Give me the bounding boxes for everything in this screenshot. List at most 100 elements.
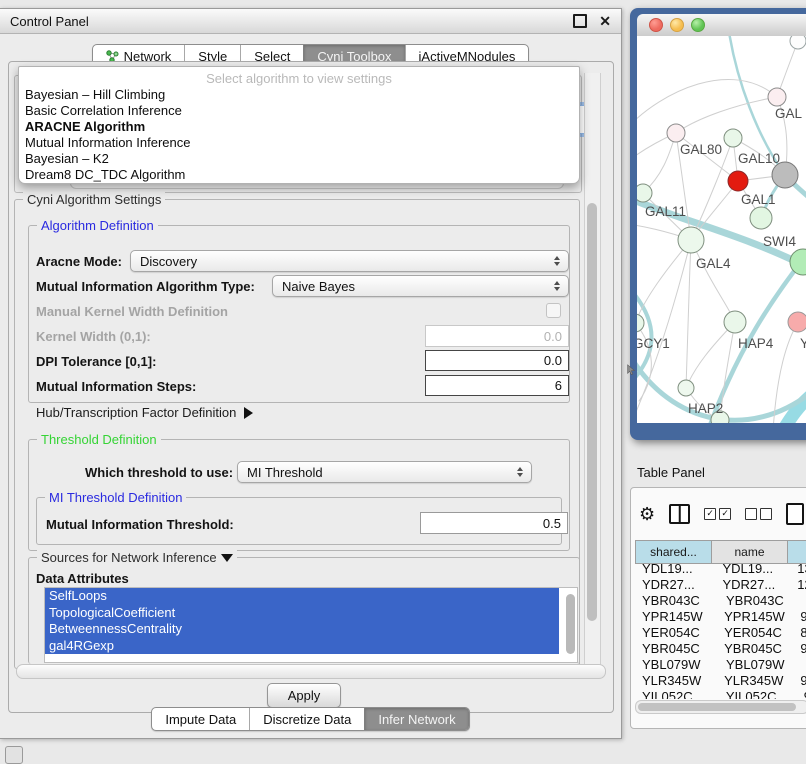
data-attribute-item[interactable]: SelfLoops xyxy=(45,588,559,605)
network-node[interactable] xyxy=(678,380,694,396)
minimized-panel-button[interactable] xyxy=(5,746,23,764)
node-label: Y xyxy=(800,336,806,351)
settings-vertical-scrollbar[interactable] xyxy=(584,73,601,665)
network-edge[interactable] xyxy=(691,240,735,322)
table-horizontal-scrollbar[interactable] xyxy=(635,700,806,714)
tab-infer-network[interactable]: Infer Network xyxy=(364,708,468,730)
mi-type-combobox[interactable]: Naive Bayes xyxy=(272,275,569,297)
network-node[interactable] xyxy=(637,184,652,202)
network-node[interactable] xyxy=(637,314,644,332)
which-threshold-combobox[interactable]: MI Threshold xyxy=(237,461,532,483)
network-node[interactable] xyxy=(724,311,746,333)
table-cell: 8. xyxy=(792,625,806,641)
table-row[interactable]: YBR043CYBR043C xyxy=(635,593,806,609)
table-cell: YDR27... xyxy=(635,577,714,593)
network-node[interactable] xyxy=(790,36,806,49)
sources-legend[interactable]: Sources for Network Inference xyxy=(37,550,237,565)
node-label: HAP2 xyxy=(688,401,723,416)
table-row[interactable]: YLR345WYLR345W9. xyxy=(635,673,806,689)
attribute-table-rows: YDL19...YDL19...13YDR27...YDR27...12YBR0… xyxy=(635,561,806,699)
list-scrollbar-thumb[interactable] xyxy=(566,594,575,654)
network-node[interactable] xyxy=(728,171,748,191)
algorithm-option[interactable]: Dream8 DC_TDC Algorithm xyxy=(19,167,579,183)
table-toolbar: ⚙ ✓✓ xyxy=(639,502,804,526)
node-label: SWI4 xyxy=(763,234,796,249)
dpi-tolerance-label: DPI Tolerance [0,1]: xyxy=(36,354,156,369)
data-attributes-label: Data Attributes xyxy=(36,571,129,586)
mi-steps-field[interactable]: 6 xyxy=(425,375,569,396)
table-cell: YIL052C xyxy=(718,689,796,699)
dpi-tolerance-field[interactable]: 0.0 xyxy=(425,350,569,371)
table-row[interactable]: YBR045CYBR045C9. xyxy=(635,641,806,657)
aracne-mode-value: Discovery xyxy=(140,254,197,269)
tab-impute-data[interactable]: Impute Data xyxy=(152,708,249,730)
algorithm-option[interactable]: Basic Correlation Inference xyxy=(19,103,579,119)
algorithm-option[interactable]: Bayesian – K2 xyxy=(19,151,579,167)
network-node[interactable] xyxy=(788,312,806,332)
network-edge[interactable] xyxy=(686,240,691,388)
table-row[interactable]: YPR145WYPR145W9. xyxy=(635,609,806,625)
select-all-columns-icon[interactable]: ✓✓ xyxy=(704,508,731,520)
mi-threshold-field[interactable]: 0.5 xyxy=(420,512,568,534)
network-edge[interactable] xyxy=(643,133,676,193)
manual-kernel-checkbox[interactable] xyxy=(546,303,561,318)
scrollbar-thumb[interactable] xyxy=(638,703,796,711)
network-node[interactable] xyxy=(678,227,704,253)
close-traffic-light[interactable] xyxy=(649,18,663,32)
kernel-width-field[interactable]: 0.0 xyxy=(425,325,569,347)
data-attribute-item[interactable]: gal4RGexp xyxy=(45,638,559,655)
float-window-icon[interactable] xyxy=(573,14,587,28)
hub-definition-disclosure[interactable]: Hub/Transcription Factor Definition xyxy=(36,405,253,420)
table-row[interactable]: YER054CYER054C8. xyxy=(635,625,806,641)
which-threshold-label: Which threshold to use: xyxy=(85,465,233,480)
data-attribute-item[interactable]: TopologicalCoefficient xyxy=(45,605,559,622)
tab-label: Infer Network xyxy=(378,712,455,727)
control-panel-title: Control Panel xyxy=(10,14,573,29)
network-node[interactable] xyxy=(667,124,685,142)
table-row[interactable]: YIL052CYIL052C9 xyxy=(635,689,806,699)
table-cell: 9. xyxy=(792,609,806,625)
tab-label: Discretize Data xyxy=(263,712,351,727)
mi-threshold-label: Mutual Information Threshold: xyxy=(46,517,234,532)
algorithm-dropdown-popup: Select algorithm to view settings Bayesi… xyxy=(18,66,580,184)
zoom-traffic-light[interactable] xyxy=(691,18,705,32)
table-row[interactable]: YDL19...YDL19...13 xyxy=(635,561,806,577)
stepper-arrows-icon xyxy=(554,256,560,266)
table-cell: YLR345W xyxy=(635,673,716,689)
sources-legend-text: Sources for Network Inference xyxy=(41,550,217,565)
apply-button[interactable]: Apply xyxy=(267,683,341,708)
scrollbar-thumb[interactable] xyxy=(587,203,597,621)
algorithm-option[interactable]: ARACNE Algorithm xyxy=(19,119,579,135)
network-graph: GALGAL80GAL10GAL11GAL1SWI4GAL4GCY1HAP4YH… xyxy=(637,36,806,423)
stepper-arrows-icon xyxy=(554,281,560,291)
mouse-cursor xyxy=(626,364,636,376)
columns-icon[interactable] xyxy=(669,504,690,524)
table-cell: YDR27... xyxy=(714,577,789,593)
tab-discretize-data[interactable]: Discretize Data xyxy=(249,708,364,730)
algorithm-option[interactable]: Bayesian – Hill Climbing xyxy=(19,87,579,103)
table-cell: YPR145W xyxy=(716,609,792,625)
gear-icon[interactable]: ⚙ xyxy=(639,505,655,523)
stepper-arrows-icon xyxy=(517,467,523,477)
network-node[interactable] xyxy=(768,88,786,106)
table-cell: 9 xyxy=(796,689,806,699)
network-node[interactable] xyxy=(750,207,772,229)
export-table-icon[interactable] xyxy=(786,503,804,525)
table-cell: YBR043C xyxy=(718,593,796,609)
table-row[interactable]: YBL079WYBL079W xyxy=(635,657,806,673)
data-attribute-item[interactable]: BetweennessCentrality xyxy=(45,621,559,638)
minimize-traffic-light[interactable] xyxy=(670,18,684,32)
aracne-mode-combobox[interactable]: Discovery xyxy=(130,250,569,272)
settings-horizontal-scrollbar[interactable] xyxy=(16,664,606,679)
network-edge[interactable] xyxy=(676,97,777,133)
which-threshold-value: MI Threshold xyxy=(247,465,323,480)
deselect-all-columns-icon[interactable] xyxy=(745,508,772,520)
algorithm-option[interactable]: Mutual Information Inference xyxy=(19,135,579,151)
manual-kernel-label: Manual Kernel Width Definition xyxy=(36,304,228,319)
close-icon[interactable]: ✕ xyxy=(599,14,611,28)
mi-type-label: Mutual Information Algorithm Type: xyxy=(36,279,255,294)
table-row[interactable]: YDR27...YDR27...12 xyxy=(635,577,806,593)
network-node[interactable] xyxy=(724,129,742,147)
network-canvas[interactable]: GALGAL80GAL10GAL11GAL1SWI4GAL4GCY1HAP4YH… xyxy=(637,36,806,423)
node-label: GAL1 xyxy=(741,192,776,207)
